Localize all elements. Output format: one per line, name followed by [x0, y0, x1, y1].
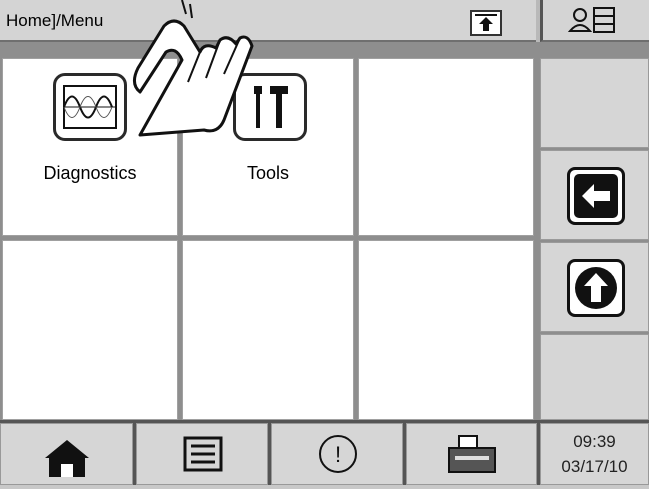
menu-item-label: Tools: [246, 163, 290, 183]
menu-item-tools[interactable]: Tools: [182, 58, 354, 236]
tools-icon: [233, 73, 307, 141]
print-button[interactable]: [406, 423, 537, 485]
waveform-icon: [53, 73, 127, 141]
alert-button[interactable]: !: [271, 423, 403, 485]
arrow-up-boxed-icon: [475, 14, 497, 31]
hmi-screen: Home]/Menu Diagnostics Tools ! 09:39 03/…: [0, 0, 649, 485]
go-up-button[interactable]: [470, 10, 502, 36]
side-button-empty: [540, 334, 649, 420]
menu-slot-empty: [358, 240, 534, 420]
menu-slot-empty: [2, 240, 178, 420]
clock: 09:39 03/17/10: [540, 423, 649, 485]
home-button[interactable]: [0, 423, 133, 485]
side-button-empty: [540, 58, 649, 148]
clock-time: 09:39: [573, 432, 616, 451]
menu-item-diagnostics[interactable]: Diagnostics: [2, 58, 178, 236]
side-panel: [536, 42, 649, 420]
arrow-left-icon: [567, 167, 625, 225]
printer-icon: [448, 435, 496, 473]
breadcrumb: Home]/Menu: [6, 11, 104, 30]
menu-slot-empty: [182, 240, 354, 420]
clock-date: 03/17/10: [561, 457, 628, 476]
top-bar: Home]/Menu: [0, 0, 536, 42]
back-button[interactable]: [540, 150, 649, 240]
scroll-up-button[interactable]: [540, 242, 649, 332]
list-icon: [183, 436, 223, 472]
bottom-bar: ! 09:39 03/17/10: [0, 420, 649, 485]
user-list-icon: [567, 7, 615, 33]
arrow-up-circle-icon: [567, 259, 625, 317]
alert-icon: !: [319, 435, 357, 473]
list-button[interactable]: [136, 423, 268, 485]
svg-text:!: !: [335, 442, 341, 467]
home-icon: [45, 440, 89, 477]
menu-grid: Diagnostics Tools: [0, 42, 536, 420]
menu-item-label: Diagnostics: [43, 163, 137, 183]
menu-slot-empty: [358, 58, 534, 236]
user-list-button[interactable]: [540, 0, 649, 42]
